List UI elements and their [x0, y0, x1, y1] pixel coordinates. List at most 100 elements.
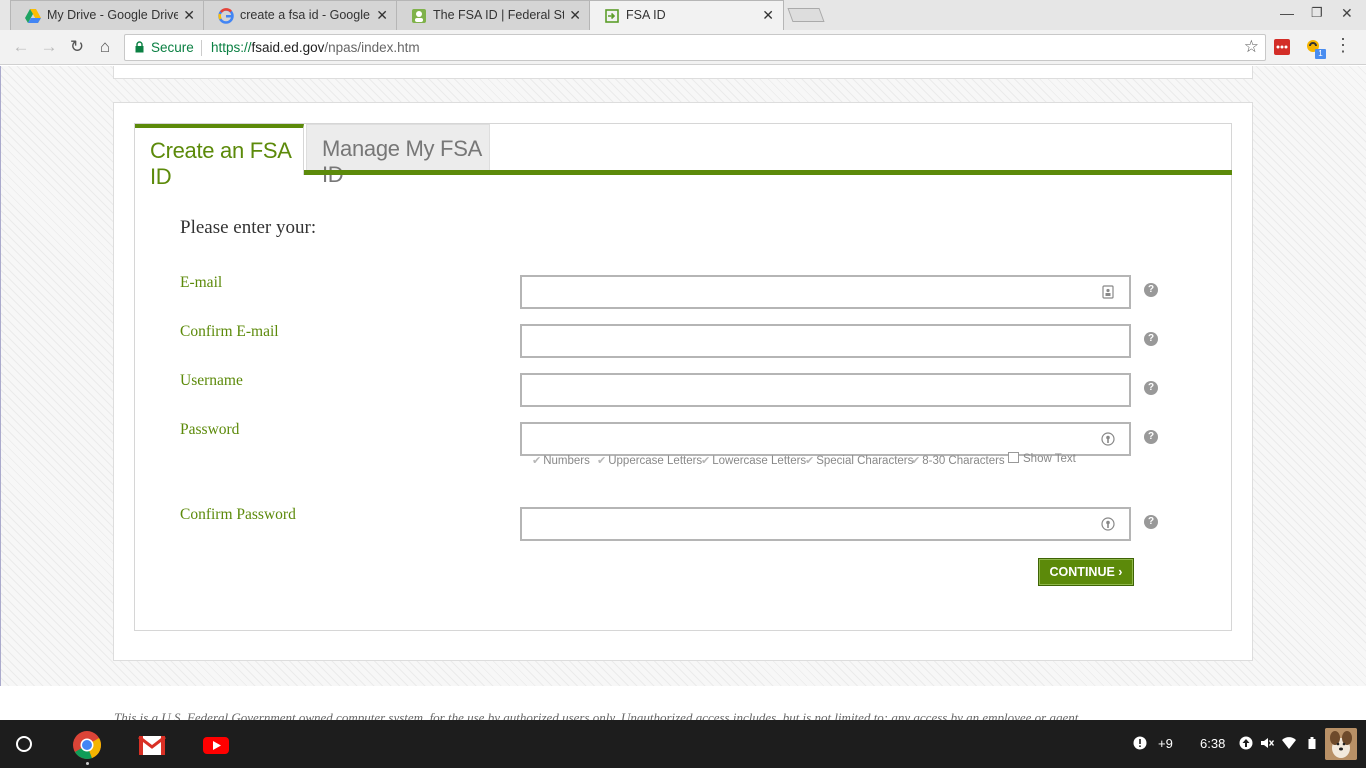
browser-tab-fsa-id[interactable]: FSA ID ✕ — [589, 0, 784, 30]
running-indicator — [86, 762, 89, 765]
lock-icon — [135, 41, 144, 53]
fsa-id-icon — [605, 9, 619, 23]
check-icon: ✔ — [532, 455, 542, 467]
tab-title: create a fsa id - Google S — [240, 8, 371, 22]
form-heading: Please enter your: — [180, 217, 317, 238]
requirement-numbers: ✔ Numbers — [532, 455, 590, 467]
disclaimer-text: This is a U.S. Federal Government owned … — [114, 710, 1079, 720]
confirm-email-help-icon[interactable]: ? — [1144, 332, 1158, 346]
url-path: /npas/index.htm — [324, 40, 420, 55]
check-icon: ✔ — [597, 455, 607, 467]
gmail-icon[interactable] — [137, 730, 167, 760]
browser-tab-strip: My Drive - Google Drive ✕ create a fsa i… — [0, 0, 1366, 30]
browser-tab-fsa-site[interactable]: The FSA ID | Federal Stud ✕ — [396, 0, 591, 30]
password-manager-icon[interactable] — [1101, 432, 1115, 446]
tab-manage-fsa-id[interactable]: Manage My FSA ID — [306, 124, 490, 187]
url-host: fsaid.ed.gov — [251, 40, 325, 55]
tab-create-label: Create an FSA ID — [150, 138, 291, 189]
check-icon: ✔ — [701, 455, 711, 467]
username-field[interactable] — [522, 375, 1129, 405]
password-manager-icon[interactable] — [1101, 517, 1115, 531]
fsa-id-form: Create an FSA ID Manage My FSA ID Please… — [134, 123, 1232, 631]
close-icon[interactable]: ✕ — [762, 7, 774, 23]
browser-tab-google-drive[interactable]: My Drive - Google Drive ✕ — [10, 0, 205, 30]
continue-button[interactable]: CONTINUE › — [1038, 558, 1134, 586]
lastpass-extension-icon[interactable] — [1273, 38, 1291, 56]
confirm-email-field[interactable] — [522, 326, 1129, 356]
reload-icon[interactable]: ↻ — [66, 36, 88, 58]
tab-manage-label: Manage My FSA ID — [322, 136, 481, 187]
home-icon[interactable]: ⌂ — [94, 36, 116, 58]
confirm-password-field-wrapper — [520, 507, 1131, 541]
username-field-wrapper — [520, 373, 1131, 407]
confirm-password-help-icon[interactable]: ? — [1144, 515, 1158, 529]
password-label: Password — [180, 421, 240, 438]
page-viewport: Create an FSA ID Manage My FSA ID Please… — [0, 66, 1366, 720]
email-help-icon[interactable]: ? — [1144, 283, 1158, 297]
tab-title: My Drive - Google Drive — [47, 8, 178, 22]
show-text-checkbox[interactable] — [1008, 452, 1019, 463]
menu-icon[interactable]: ⋮ — [1334, 35, 1352, 56]
security-label: Secure — [151, 40, 194, 55]
google-icon — [218, 8, 234, 24]
requirement-lowercase: ✔ Lowercase Letters — [701, 455, 807, 467]
omnibox-divider — [201, 40, 202, 56]
browser-tab-google-search[interactable]: create a fsa id - Google S ✕ — [203, 0, 398, 30]
bookmark-star-icon[interactable]: ☆ — [1244, 37, 1259, 57]
google-drive-icon — [25, 9, 41, 23]
minimize-icon[interactable]: — — [1280, 5, 1294, 21]
notification-count[interactable]: +9 — [1158, 736, 1173, 751]
new-tab-button[interactable] — [787, 8, 825, 22]
url-protocol: https:// — [211, 40, 252, 55]
show-text-label: Show Text — [1023, 453, 1076, 465]
main-card: Create an FSA ID Manage My FSA ID Please… — [113, 102, 1253, 661]
email-field-wrapper — [520, 275, 1131, 309]
confirm-email-field-wrapper — [520, 324, 1131, 358]
requirement-special: ✔ Special Characters — [805, 455, 914, 467]
check-icon: ✔ — [911, 455, 921, 467]
close-icon[interactable]: ✕ — [183, 7, 195, 23]
launcher-icon[interactable] — [16, 736, 32, 752]
confirm-password-field[interactable] — [522, 509, 1129, 539]
os-shelf: +9 6:38 — [0, 720, 1366, 768]
page-left-edge — [0, 66, 1, 720]
restore-icon[interactable]: ❐ — [1311, 5, 1323, 21]
username-label: Username — [180, 372, 243, 389]
notification-icon[interactable] — [1133, 736, 1147, 750]
email-field[interactable] — [522, 277, 1129, 307]
tab-underline — [304, 170, 1232, 175]
avatar-image — [1325, 728, 1357, 760]
password-field[interactable] — [522, 424, 1129, 454]
tab-title: The FSA ID | Federal Stud — [433, 8, 564, 22]
tab-create-fsa-id[interactable]: Create an FSA ID — [135, 124, 304, 189]
clock[interactable]: 6:38 — [1200, 736, 1225, 751]
password-help-icon[interactable]: ? — [1144, 430, 1158, 444]
mute-icon — [1261, 738, 1274, 748]
confirm-email-label: Confirm E-mail — [180, 323, 279, 340]
wifi-icon — [1282, 737, 1296, 749]
sync-icon — [1239, 736, 1253, 750]
tab-title: FSA ID — [626, 8, 666, 22]
window-close-icon[interactable]: ✕ — [1341, 5, 1353, 22]
close-icon[interactable]: ✕ — [569, 7, 581, 23]
url-text[interactable]: https://fsaid.ed.gov/npas/index.htm — [211, 40, 420, 55]
extension-icon[interactable]: 1 — [1305, 38, 1326, 59]
show-text-toggle[interactable]: Show Text — [1008, 452, 1076, 465]
back-arrow-icon[interactable]: ← — [10, 36, 32, 58]
password-field-wrapper — [520, 422, 1131, 456]
youtube-icon[interactable] — [201, 730, 231, 760]
contact-card-icon[interactable] — [1101, 285, 1115, 299]
check-icon: ✔ — [805, 455, 815, 467]
address-bar[interactable]: Secure https://fsaid.ed.gov/npas/index.h… — [124, 34, 1266, 61]
chrome-icon[interactable] — [72, 730, 102, 760]
fsa-site-icon — [412, 9, 426, 23]
avatar[interactable] — [1325, 728, 1357, 760]
username-help-icon[interactable]: ? — [1144, 381, 1158, 395]
browser-toolbar: ← → ↻ ⌂ Secure https://fsaid.ed.gov/npas… — [0, 30, 1366, 65]
forward-arrow-icon[interactable]: → — [38, 36, 60, 58]
email-label: E-mail — [180, 274, 223, 291]
requirement-uppercase: ✔ Uppercase Letters — [597, 455, 703, 467]
close-icon[interactable]: ✕ — [376, 7, 388, 23]
requirement-length: ✔ 8-30 Characters — [911, 455, 1005, 467]
header-card-bottom — [113, 66, 1253, 79]
